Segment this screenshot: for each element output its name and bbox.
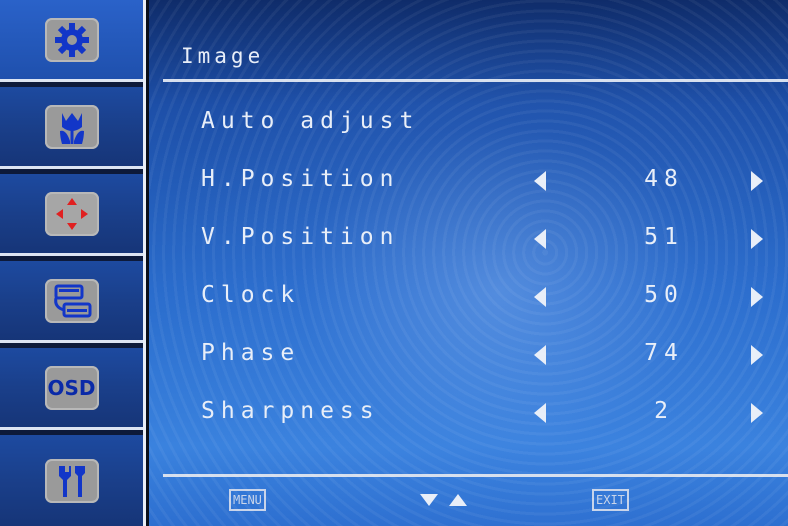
increase-arrow-icon[interactable] (751, 287, 763, 307)
menu-item-clock[interactable]: Clock 50 (149, 276, 788, 316)
menu-title: Image (181, 44, 265, 68)
menu-button[interactable]: MENU (229, 489, 266, 511)
menu-item-value: 50 (644, 282, 684, 308)
increase-arrow-icon[interactable] (751, 345, 763, 365)
increase-arrow-icon[interactable] (751, 229, 763, 249)
sidebar-item-color[interactable] (0, 87, 143, 169)
osd-sidebar: OSD (0, 0, 146, 526)
down-arrow-icon[interactable] (420, 494, 438, 506)
gear-icon (44, 17, 99, 62)
menu-item-label: Phase (201, 340, 301, 366)
sidebar-item-input[interactable] (0, 261, 143, 343)
menu-item-label: Auto adjust (201, 108, 420, 134)
position-arrows-icon (44, 191, 99, 236)
sidebar-item-image-settings[interactable] (0, 0, 143, 82)
menu-item-label: V.Position (201, 224, 400, 250)
menu-item-phase[interactable]: Phase 74 (149, 334, 788, 374)
sidebar-item-osd[interactable]: OSD (0, 348, 143, 430)
menu-item-label: Sharpness (201, 398, 380, 424)
up-arrow-icon[interactable] (449, 494, 467, 506)
footer-divider (163, 474, 788, 477)
flower-icon (44, 104, 99, 149)
decrease-arrow-icon[interactable] (534, 287, 546, 307)
menu-item-label: H.Position (201, 166, 400, 192)
menu-item-value: 48 (644, 166, 684, 192)
osd-main-panel: Image Auto adjust H.Position 48 V.Positi… (149, 0, 788, 526)
menu-item-h-position[interactable]: H.Position 48 (149, 160, 788, 200)
osd-icon: OSD (44, 365, 99, 410)
tools-icon (44, 458, 99, 503)
increase-arrow-icon[interactable] (751, 171, 763, 191)
decrease-arrow-icon[interactable] (534, 229, 546, 249)
decrease-arrow-icon[interactable] (534, 345, 546, 365)
decrease-arrow-icon[interactable] (534, 171, 546, 191)
menu-item-value: 2 (654, 398, 674, 424)
menu-item-value: 51 (644, 224, 684, 250)
menu-item-value: 74 (644, 340, 684, 366)
osd-icon-label: OSD (47, 375, 96, 400)
exit-button[interactable]: EXIT (592, 489, 629, 511)
increase-arrow-icon[interactable] (751, 403, 763, 423)
menu-item-v-position[interactable]: V.Position 51 (149, 218, 788, 258)
title-divider (163, 79, 788, 82)
menu-item-sharpness[interactable]: Sharpness 2 (149, 392, 788, 432)
menu-item-label: Clock (201, 282, 301, 308)
decrease-arrow-icon[interactable] (534, 403, 546, 423)
input-connector-icon (44, 278, 99, 323)
menu-item-auto-adjust[interactable]: Auto adjust (149, 102, 788, 142)
sidebar-item-tools[interactable] (0, 435, 143, 526)
sidebar-item-position[interactable] (0, 174, 143, 256)
